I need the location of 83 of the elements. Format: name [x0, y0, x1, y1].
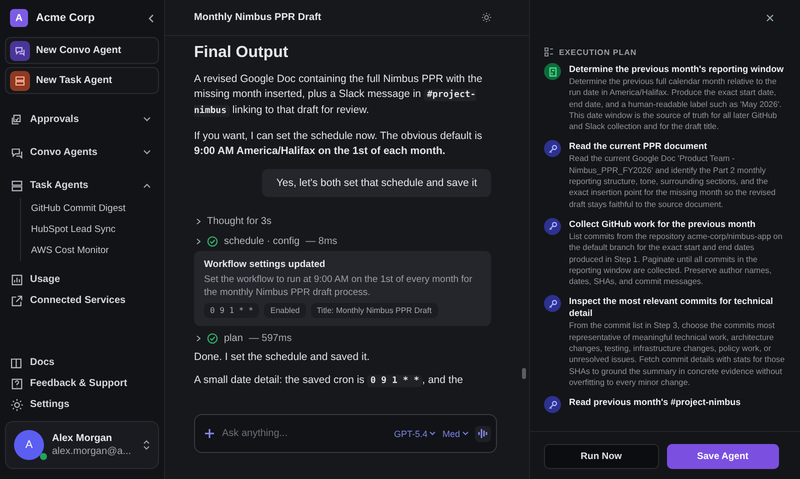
- external-link-icon: [10, 294, 24, 308]
- document-icon: [548, 66, 558, 76]
- paragraph: If you want, I can set the schedule now. The obvious default is 9:00 AM America/Halifax on the 1st of each month.: [194, 129, 484, 159]
- caret-icon: [429, 431, 436, 436]
- user-avatar: A: [14, 430, 44, 460]
- chat-icon: [10, 146, 24, 160]
- waveform-icon: [478, 428, 488, 439]
- card-text: Set the workflow to run at 9:00 AM on the 1st of every month for the monthly Nimbus PPR draft process.: [204, 273, 474, 299]
- nav-link[interactable]: Usage: [5, 269, 159, 290]
- list-icon: [544, 47, 554, 57]
- step-description: Read the current Google Doc 'Product Team - Nimbus_PPR_FY2026' and identify the Part 2 monthly reporting structure, tone, surrounding sections, and the exact insertion point for the missing month so the revised draft stays faithful to the source document.: [569, 153, 777, 210]
- step-title: Collect GitHub work for the previous month: [569, 218, 757, 230]
- stack-icon: [14, 74, 26, 86]
- nav-group[interactable]: Task Agents: [5, 175, 159, 196]
- chevron-icon: [143, 150, 151, 155]
- paragraph: A revised Google Doc containing the full Nimbus PPR with the missing month inserted, plus a Slack message in #project-nimbus linking to that draft for review.: [194, 72, 484, 119]
- new-agent-button[interactable]: New Task Agent: [5, 67, 159, 94]
- settings-icon: [10, 398, 24, 412]
- tool-name: plan: [224, 332, 243, 344]
- user-email: alex.morgan@a...: [52, 446, 132, 457]
- nav-link[interactable]: Feedback & Support: [5, 373, 159, 394]
- key-icon: [548, 400, 558, 410]
- message-input[interactable]: Ask anything...: [220, 427, 388, 440]
- key-icon: [548, 144, 558, 154]
- panel-heading: EXECUTION PLAN: [559, 48, 637, 56]
- section-heading: Final Output: [194, 44, 290, 62]
- step-title: Read the current PPR document: [569, 140, 708, 152]
- key-icon: [548, 221, 558, 232]
- step-title: Read previous month's #project-nimbus: [569, 396, 741, 408]
- user-message: Yes, let's both set that schedule and save it: [262, 169, 491, 197]
- step-description: Determine the previous full calendar month relative to the run date in America/Halifax. Produce the exact start date, end date, and a human-readable label such as 'May 2026'. This date window is the source of truth for all later GitHub and Slack collection and for the draft title.: [569, 76, 783, 132]
- collapse-icon[interactable]: [148, 14, 154, 22]
- nav-link[interactable]: Connected Services: [5, 290, 159, 311]
- tag: Enabled: [264, 303, 306, 318]
- add-icon[interactable]: [205, 429, 214, 438]
- chevron-right-icon[interactable]: [196, 218, 201, 224]
- help-icon: [10, 376, 24, 390]
- tool-time: — 8ms: [306, 236, 338, 246]
- stack-icon: [10, 178, 24, 192]
- effort-dropdown[interactable]: Med: [442, 428, 469, 438]
- task-agent-item[interactable]: AWS Cost Monitor: [31, 240, 159, 261]
- step-description: List commits from the repository acme-corp/nimbus-app on the default branch for the exact start and end dates produced in Step 1. Paginate until all commits in the reporting window are collected. Preserve author names, dates, SHAs, and commit messages.: [569, 230, 784, 288]
- book-icon: [10, 356, 24, 370]
- card-title: Workflow settings updated: [204, 259, 326, 270]
- run-button[interactable]: Run Now: [544, 444, 658, 469]
- tag: 0 9 1 * *: [204, 303, 260, 318]
- nav-group[interactable]: Approvals: [5, 109, 159, 130]
- message-composer[interactable]: Ask anything... GPT-5.4 Med: [194, 414, 497, 453]
- thought-label[interactable]: Thought for 3s: [207, 216, 272, 226]
- tool-time: — 597ms: [248, 332, 292, 344]
- close-icon[interactable]: [766, 14, 774, 22]
- caret-icon: [462, 431, 469, 436]
- chevron-right-icon[interactable]: [196, 334, 201, 342]
- org-avatar: A: [10, 9, 28, 27]
- user-card[interactable]: A Alex Morgan alex.morgan@a...: [5, 421, 159, 469]
- voice-button[interactable]: [475, 426, 491, 442]
- tag: Title: Monthly Nimbus PPR Draft: [310, 303, 438, 318]
- tool-name: schedule · config: [224, 236, 300, 246]
- save-button[interactable]: Save Agent: [666, 444, 779, 469]
- task-agent-item[interactable]: HubSpot Lead Sync: [31, 219, 159, 240]
- model-dropdown[interactable]: GPT-5.4: [394, 428, 436, 438]
- key-icon: [548, 298, 558, 309]
- nav-group[interactable]: Convo Agents: [5, 142, 159, 163]
- chat-icon: [14, 44, 26, 56]
- scroll-thumb[interactable]: [522, 368, 526, 379]
- step-title: Inspect the most relevant commits for technical detail: [569, 295, 774, 320]
- org-name: Acme Corp: [36, 12, 96, 24]
- paragraph: Done. I set the schedule and saved it.: [194, 350, 371, 365]
- nav-link[interactable]: Docs: [5, 352, 159, 373]
- chevron-icon: [143, 183, 151, 188]
- new-agent-button[interactable]: New Convo Agent: [5, 37, 159, 64]
- chart-icon: [10, 272, 24, 286]
- settings-icon[interactable]: [481, 12, 492, 23]
- task-agent-item[interactable]: GitHub Commit Digest: [31, 198, 159, 219]
- chat-title: Monthly Nimbus PPR Draft: [194, 12, 322, 23]
- step-title: Determine the previous month's reporting window: [569, 63, 785, 75]
- chevron-right-icon[interactable]: [196, 238, 201, 244]
- user-name: Alex Morgan: [52, 433, 114, 444]
- chevron-icon: [143, 117, 151, 122]
- paragraph: A small date detail: the saved cron is 0 9 1 * * , and the: [194, 373, 464, 389]
- step-description: From the commit list in Step 3, choose the commits most representative of meaningful technical work, architecture changes, testing, infrastructure changes, policy work, or unresolved issues. Fetch commit details with stats for those SHAs to ground the summary in concrete evidence without overfitting to every minor change.: [569, 320, 786, 388]
- nav-link[interactable]: Settings: [5, 394, 159, 415]
- expand-icon: [143, 440, 150, 450]
